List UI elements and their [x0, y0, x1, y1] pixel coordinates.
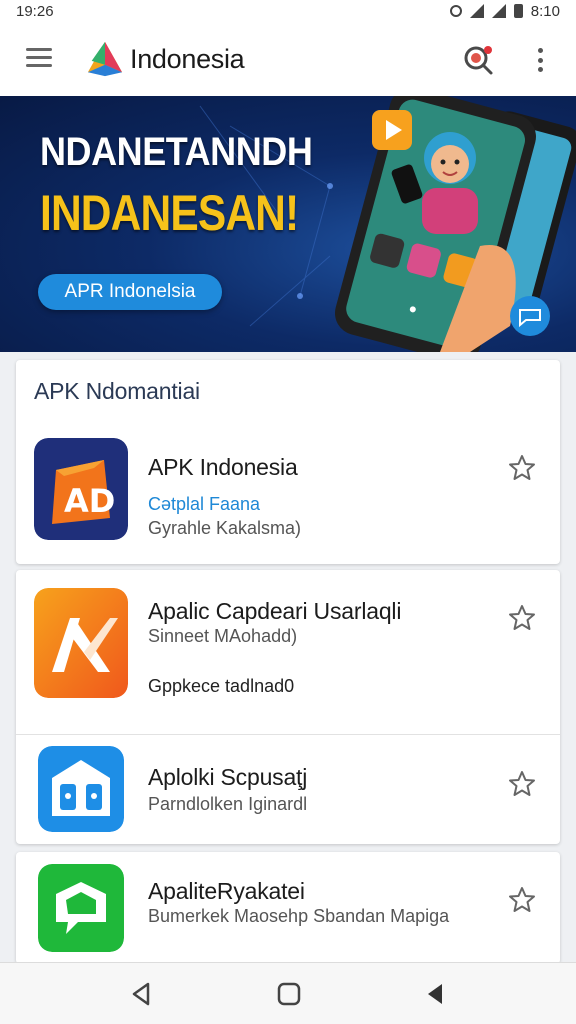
search-icon[interactable] — [462, 44, 494, 76]
logo-icon — [87, 41, 123, 77]
divider — [16, 734, 560, 735]
star-icon[interactable] — [508, 886, 536, 914]
list-item-aplolki[interactable]: Aplolki Scpusaţj Parndlolken Iginardl — [16, 740, 560, 840]
list-item-apalic[interactable]: Apalic Capdeari Usarlaqli Sinneet MAohad… — [16, 580, 560, 730]
status-clock: 8:10 — [530, 2, 560, 20]
phone-illustration — [334, 96, 576, 352]
apk-indonesia-app-icon: AD — [34, 438, 128, 540]
wifi-icon — [491, 4, 506, 18]
system-nav-bar — [0, 962, 576, 1024]
home-icon[interactable] — [275, 980, 303, 1008]
app-name: Apalic Capdeari Usarlaqli — [148, 598, 402, 624]
back-icon[interactable] — [128, 980, 156, 1008]
list-item-apk-indonesia[interactable]: AD APK Indonesia Cətplal Faana Gyrahle K… — [16, 430, 560, 554]
status-bar: 19:26 8:10 — [0, 0, 576, 22]
star-icon[interactable] — [508, 604, 536, 632]
star-icon[interactable] — [508, 770, 536, 798]
section-title: APK Ndomantiai — [34, 378, 200, 404]
app-name: ApaliteRyakatei — [148, 878, 305, 904]
app-subtitle: Parndlolken Iginardl — [148, 794, 308, 814]
apalic-app-icon — [34, 588, 128, 698]
app-subtitle: Bumerkek Maosehp Sbandan Mapiga — [148, 906, 450, 926]
star-icon[interactable] — [508, 454, 536, 482]
promo-banner[interactable]: NDANETANNDH INDANESAN! APR Indonelsia — [0, 96, 576, 352]
status-icons: 8:10 — [449, 2, 560, 20]
sync-icon — [449, 5, 462, 17]
app-meta: Gppkece tadlnad0 — [148, 676, 295, 696]
apaliterya-app-icon — [38, 864, 124, 952]
app-subtitle: Gyrahle Kakalsma) — [148, 518, 302, 538]
more-icon[interactable] — [530, 46, 550, 74]
app-name: APK Indonesia — [148, 454, 298, 480]
svg-text:AD: AD — [64, 482, 115, 520]
signal-icon — [469, 4, 484, 18]
status-time: 19:26 — [16, 2, 54, 20]
list-item-apaliterya[interactable]: ApaliteRyakatei Bumerkek Maosehp Sbandan… — [16, 858, 560, 958]
app-developer-link[interactable]: Cətplal Faana — [148, 494, 260, 515]
banner-cta-button[interactable]: APR Indonelsia — [38, 274, 222, 310]
banner-headline-2: INDANESAN! — [40, 185, 299, 241]
app-title: Indonesia — [130, 44, 245, 74]
app-subtitle: Sinneet MAohadd) — [148, 626, 298, 646]
app-bar: Indonesia — [0, 22, 576, 96]
recents-icon[interactable] — [420, 980, 448, 1008]
battery-icon — [513, 4, 523, 18]
banner-headline-1: NDANETANNDH — [40, 130, 313, 174]
menu-icon[interactable] — [26, 48, 52, 68]
aplolki-app-icon — [38, 746, 124, 832]
app-name: Aplolki Scpusaţj — [148, 764, 308, 790]
